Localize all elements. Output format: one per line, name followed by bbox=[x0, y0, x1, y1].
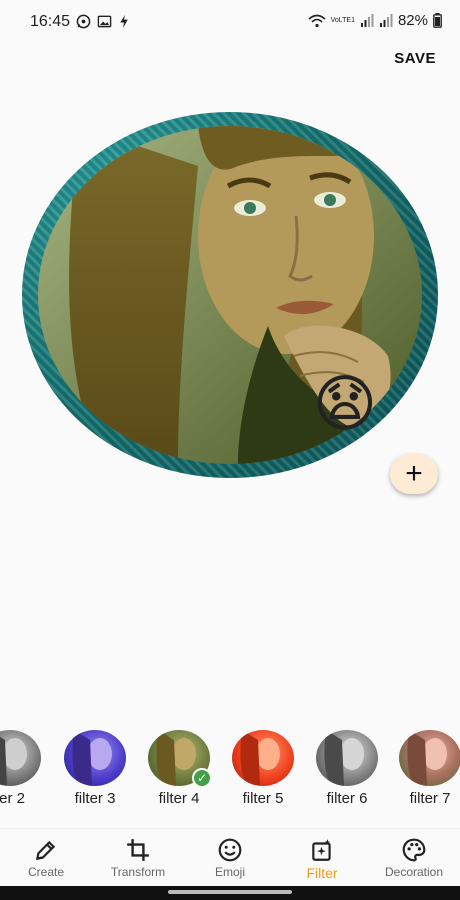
whatsapp-icon bbox=[76, 14, 91, 29]
filter-thumbnail bbox=[232, 730, 294, 786]
emoji-sticker[interactable]: 😧 bbox=[308, 368, 382, 442]
editor-canvas[interactable]: 😧 bbox=[22, 112, 438, 478]
filter-item-2[interactable]: ter 2 bbox=[0, 730, 46, 807]
system-navigation-bar bbox=[0, 886, 460, 900]
battery-icon bbox=[433, 13, 442, 28]
smiley-icon bbox=[218, 838, 242, 862]
system-icons: VoLTE1 82% bbox=[308, 12, 442, 29]
signal-icon-2 bbox=[379, 14, 393, 27]
notification-icons bbox=[76, 14, 130, 29]
nav-transform[interactable]: Transform bbox=[92, 837, 184, 879]
selected-check-icon: ✓ bbox=[192, 768, 212, 788]
filter-label: filter 4 bbox=[158, 790, 200, 807]
filter-item-5[interactable]: filter 5 bbox=[227, 730, 299, 807]
battery-percent: 82% bbox=[397, 12, 428, 29]
nav-label: Transform bbox=[110, 865, 166, 879]
filter-label: ter 2 bbox=[0, 790, 25, 807]
image-icon bbox=[97, 15, 112, 28]
filter-label: filter 7 bbox=[409, 790, 451, 807]
filter-item-6[interactable]: filter 6 bbox=[311, 730, 383, 807]
filter-label: filter 5 bbox=[242, 790, 284, 807]
filter-thumbnail bbox=[0, 730, 41, 786]
filter-item-3[interactable]: filter 3 bbox=[59, 730, 131, 807]
charging-bolt-icon bbox=[120, 14, 128, 29]
status-time: 16:45 bbox=[30, 13, 71, 30]
status-bar: 16:45 VoLTE1 82% bbox=[0, 0, 460, 44]
filter-thumbnail: ✓ bbox=[148, 730, 212, 788]
filter-item-4[interactable]: ✓ filter 4 bbox=[143, 730, 215, 807]
save-button[interactable]: SAVE bbox=[394, 50, 436, 67]
wifi-icon bbox=[308, 14, 326, 27]
nav-label: Decoration bbox=[384, 865, 444, 879]
nav-label: Emoji bbox=[214, 865, 245, 879]
filter-label: filter 3 bbox=[74, 790, 116, 807]
signal-icon bbox=[360, 14, 374, 27]
filter-strip[interactable]: ter 2 filter 3 ✓ filter 4 filter 5 filte… bbox=[0, 730, 460, 812]
pencil-icon bbox=[35, 840, 56, 861]
bottom-navigation: Create Transform Emoji Filter Decoration bbox=[0, 828, 460, 886]
filter-icon bbox=[312, 839, 331, 861]
add-button[interactable]: + bbox=[390, 454, 438, 494]
palette-icon bbox=[402, 838, 426, 862]
crop-icon bbox=[127, 839, 149, 861]
volte-label: VoLTE1 bbox=[330, 17, 355, 24]
filter-thumbnail bbox=[64, 730, 126, 786]
nav-decoration[interactable]: Decoration bbox=[368, 837, 460, 879]
nav-filter[interactable]: Filter bbox=[276, 837, 368, 881]
nav-label: Filter bbox=[306, 865, 338, 881]
home-indicator[interactable] bbox=[168, 890, 292, 894]
filter-thumbnail bbox=[316, 730, 378, 786]
nav-emoji[interactable]: Emoji bbox=[184, 837, 276, 879]
filter-thumbnail bbox=[399, 730, 460, 786]
nav-label: Create bbox=[27, 865, 65, 879]
nav-create[interactable]: Create bbox=[0, 837, 92, 879]
filter-label: filter 6 bbox=[326, 790, 368, 807]
filter-item-7[interactable]: filter 7 bbox=[394, 730, 460, 807]
